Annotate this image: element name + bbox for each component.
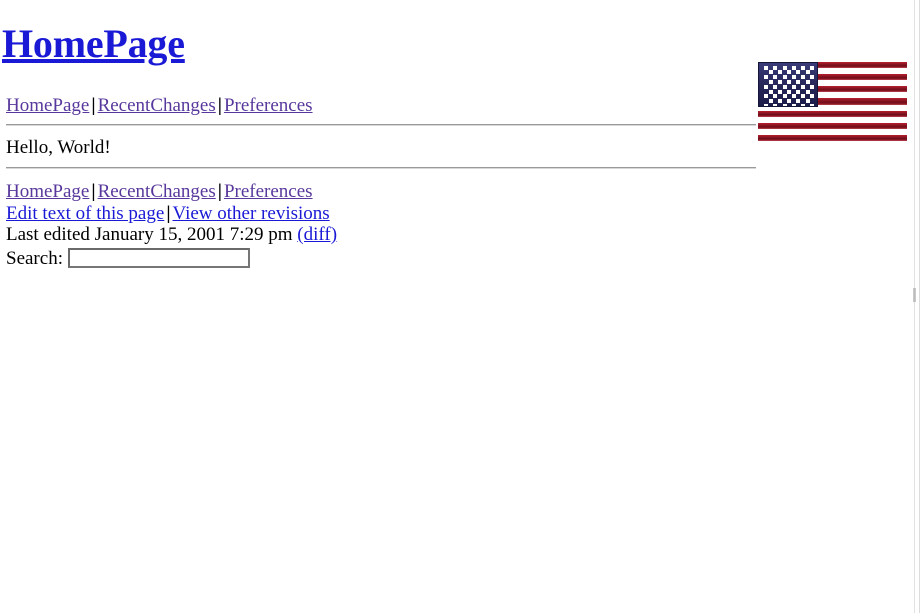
diff-link[interactable]: (diff) bbox=[297, 224, 337, 245]
flag-star bbox=[810, 65, 815, 70]
flag-star bbox=[782, 84, 787, 89]
flag-star bbox=[773, 84, 778, 89]
footer-actions-row: Edit text of this page | View other revisi… bbox=[6, 203, 337, 225]
flag-star bbox=[777, 99, 782, 104]
top-navigation-bar: HomePage | RecentChanges | Preferences bbox=[6, 95, 313, 116]
flag-star bbox=[764, 94, 769, 99]
flag-star bbox=[787, 70, 792, 75]
flag-star bbox=[805, 79, 810, 84]
nav-link-homepage[interactable]: HomePage bbox=[6, 95, 89, 116]
footer-navigation-row: HomePage | RecentChanges | Preferences bbox=[6, 181, 337, 203]
scrollbar-track-edge[interactable] bbox=[914, 0, 915, 613]
flag-star bbox=[801, 65, 805, 70]
view-revisions-link[interactable]: View other revisions bbox=[173, 203, 330, 224]
flag-star bbox=[805, 70, 810, 75]
page-title: HomePage bbox=[2, 22, 185, 66]
flag-star bbox=[796, 99, 801, 104]
flag-star bbox=[805, 99, 810, 104]
flag-star bbox=[791, 65, 796, 70]
flag-star bbox=[801, 94, 805, 99]
flag-star bbox=[810, 94, 815, 99]
flag-star bbox=[773, 103, 778, 106]
flag-star bbox=[764, 84, 769, 89]
footer-separator-3: | bbox=[166, 202, 171, 224]
edit-page-link[interactable]: Edit text of this page bbox=[6, 203, 164, 224]
horizontal-rule-top bbox=[6, 124, 756, 126]
flag-star bbox=[773, 75, 778, 80]
horizontal-rule-bottom bbox=[6, 167, 756, 169]
flag-star bbox=[768, 89, 773, 94]
flag-star bbox=[791, 75, 796, 80]
wiki-page: HomePage HomePage | RecentChanges | Preferen… bbox=[0, 0, 920, 613]
flag-star bbox=[810, 84, 815, 89]
footer-link-homepage[interactable]: HomePage bbox=[6, 181, 89, 202]
flag-star bbox=[782, 103, 787, 106]
flag-star bbox=[782, 94, 787, 99]
flag-star bbox=[777, 79, 782, 84]
flag-star bbox=[777, 89, 782, 94]
flag-star bbox=[801, 75, 805, 80]
flag-star bbox=[773, 65, 778, 70]
flag-star bbox=[777, 70, 782, 75]
flag-star bbox=[768, 79, 773, 84]
flag-stripe-13 bbox=[758, 134, 907, 141]
flag-star bbox=[782, 65, 787, 70]
nav-separator-1: | bbox=[91, 95, 96, 116]
flag-star bbox=[782, 75, 787, 80]
nav-separator-2: | bbox=[217, 95, 222, 116]
nav-link-recentchanges[interactable]: RecentChanges bbox=[98, 95, 216, 116]
nav-link-preferences[interactable]: Preferences bbox=[224, 95, 313, 116]
footer-link-preferences[interactable]: Preferences bbox=[224, 181, 313, 202]
flag-star bbox=[810, 75, 815, 80]
search-row: Search: bbox=[6, 248, 337, 270]
flag-star bbox=[787, 89, 792, 94]
scrollbar-thumb[interactable] bbox=[913, 288, 916, 302]
flag-star bbox=[796, 89, 801, 94]
flag-star bbox=[801, 103, 805, 106]
flag-star bbox=[764, 103, 769, 106]
flag-star bbox=[810, 103, 815, 106]
last-edited-timestamp: January 15, 2001 7:29 pm bbox=[94, 224, 293, 245]
flag-star bbox=[764, 75, 769, 80]
flag-star bbox=[773, 94, 778, 99]
flag-star bbox=[768, 99, 773, 104]
flag-star bbox=[764, 65, 769, 70]
flag-star bbox=[787, 79, 792, 84]
footer-separator-1: | bbox=[91, 181, 96, 202]
footer-link-recentchanges[interactable]: RecentChanges bbox=[98, 181, 216, 202]
footer-separator-2: | bbox=[217, 181, 222, 202]
flag-star bbox=[805, 89, 810, 94]
flag-stars bbox=[759, 63, 817, 106]
last-edited-prefix: Last edited bbox=[6, 224, 90, 245]
flag-star bbox=[801, 84, 805, 89]
flag-star bbox=[787, 99, 792, 104]
page-footer: HomePage | RecentChanges | Preferences Edit … bbox=[6, 181, 337, 269]
flag-canton bbox=[758, 62, 818, 107]
last-edited-row: Last edited January 15, 2001 7:29 pm (di… bbox=[6, 224, 337, 246]
page-body-text: Hello, World! bbox=[6, 137, 111, 158]
flag-star bbox=[791, 94, 796, 99]
flag-star bbox=[768, 70, 773, 75]
flag-star bbox=[791, 84, 796, 89]
us-flag-image bbox=[758, 62, 907, 141]
page-title-link[interactable]: HomePage bbox=[2, 21, 185, 66]
flag-star bbox=[796, 70, 801, 75]
flag-star bbox=[791, 103, 796, 106]
search-input[interactable] bbox=[67, 248, 250, 269]
flag-star bbox=[796, 79, 801, 84]
search-label: Search: bbox=[6, 247, 63, 269]
